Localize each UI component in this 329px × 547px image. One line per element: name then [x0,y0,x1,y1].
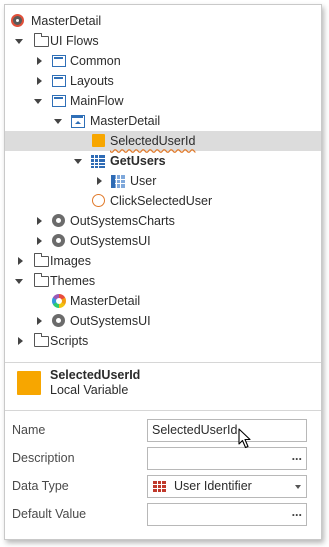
tree-item-getusers[interactable]: GetUsers [5,151,321,171]
tree-item-images[interactable]: Images [5,251,321,271]
tree-item-outsystemsui[interactable]: OutSystemsUI [5,231,321,251]
module-icon [52,314,65,327]
tree-item-outsystemscharts[interactable]: OutSystemsCharts [5,211,321,231]
tree-item-label: OutSystemsUI [70,234,151,248]
tree-item-label-text: SelectedUserId [110,134,196,148]
tree-item-label: MasterDetail [70,294,141,308]
properties-grid: Name SelectedUserId Description ... Data… [5,417,321,529]
chevron-right-icon[interactable] [95,171,105,191]
client-action-icon [92,194,105,207]
flow-icon [52,75,66,87]
tree-item-mainflow[interactable]: MainFlow [5,91,321,111]
application-icon [11,14,24,27]
folder-icon [34,253,49,267]
chevron-right-icon[interactable] [35,311,45,331]
identifier-icon [153,481,166,492]
chevron-down-icon[interactable] [15,271,25,291]
chevron-right-icon[interactable] [35,211,45,231]
module-icon [52,234,65,247]
chevron-right-icon[interactable] [16,251,26,271]
local-variable-icon [17,371,41,395]
tree-item-label: MasterDetail [90,114,161,128]
chevron-right-icon[interactable] [35,71,45,91]
tree-item-label: OutSystemsUI [70,314,151,328]
tree-item-layouts[interactable]: Layouts [5,71,321,91]
screen-icon [71,115,85,128]
property-data-type: Data Type User Identifier [5,473,321,501]
aggregate-icon [91,155,105,168]
chevron-right-icon[interactable] [16,331,26,351]
folder-icon [34,333,49,347]
chevron-right-icon[interactable] [35,231,45,251]
data-type-value: User Identifier [174,479,252,493]
mouse-cursor-icon [238,428,251,449]
data-type-select[interactable]: User Identifier [147,475,307,498]
tree-item-masterdetail-screen[interactable]: MasterDetail [5,111,321,131]
tree-item-label: Images [50,254,91,268]
tree-item-ui-flows[interactable]: UI Flows [5,31,321,51]
module-icon [52,214,65,227]
divider [5,410,321,411]
local-variable-icon [92,134,105,147]
folder-icon [34,273,49,287]
tree-item-label: ClickSelectedUser [110,194,213,208]
flow-icon [52,95,66,107]
elements-panel: MasterDetail UI Flows Common Layouts MainFlo… [4,4,322,540]
chevron-down-icon[interactable] [295,485,301,489]
tree-item-label: MainFlow [70,94,124,108]
property-description: Description ... [5,445,321,473]
tree-item-common[interactable]: Common [5,51,321,71]
property-label: Name [12,423,46,437]
tree-item-selecteduserid[interactable]: SelectedUserId [5,131,321,151]
tree-item-label: Themes [50,274,96,288]
property-label: Description [12,451,75,465]
folder-icon [34,33,49,47]
more-icon[interactable]: ... [292,502,302,523]
tree-item-label: Scripts [50,334,89,348]
tree-item-masterdetail-app[interactable]: MasterDetail [5,11,321,31]
entity-icon [111,175,125,188]
chevron-down-icon[interactable] [54,111,64,131]
property-default-value: Default Value ... [5,501,321,529]
tree-item-label: MasterDetail [31,14,102,28]
property-name: Name SelectedUserId [5,417,321,445]
tree-item-clickselecteduser[interactable]: ClickSelectedUser [5,191,321,211]
name-input[interactable]: SelectedUserId [147,419,307,442]
chevron-down-icon[interactable] [74,151,84,171]
description-input[interactable]: ... [147,447,307,470]
tree-item-label: SelectedUserId [110,131,195,151]
tree-item-scripts[interactable]: Scripts [5,331,321,351]
tree-item-label: Layouts [70,74,114,88]
property-label: Data Type [12,479,69,493]
tree-item-user[interactable]: User [5,171,321,191]
more-icon[interactable]: ... [292,446,302,467]
property-label: Default Value [12,507,87,521]
selection-type: Local Variable [50,383,129,397]
selection-header: SelectedUserId Local Variable [5,362,321,410]
chevron-down-icon[interactable] [34,91,44,111]
tree-item-label: UI Flows [50,34,99,48]
theme-icon [52,294,66,308]
tree-item-label: GetUsers [110,154,166,168]
tree-item-label: User [130,174,157,188]
selection-title: SelectedUserId [50,368,141,382]
tree-item-label: Common [70,54,121,68]
tree-item-masterdetail-theme[interactable]: MasterDetail [5,291,321,311]
flow-icon [52,55,66,67]
element-tree: MasterDetail UI Flows Common Layouts MainFlo… [5,11,321,351]
default-value-input[interactable]: ... [147,503,307,526]
chevron-right-icon[interactable] [35,51,45,71]
tree-item-label: OutSystemsCharts [70,214,175,228]
tree-item-themes[interactable]: Themes [5,271,321,291]
chevron-down-icon[interactable] [15,31,25,51]
tree-item-outsystemsui-theme[interactable]: OutSystemsUI [5,311,321,331]
